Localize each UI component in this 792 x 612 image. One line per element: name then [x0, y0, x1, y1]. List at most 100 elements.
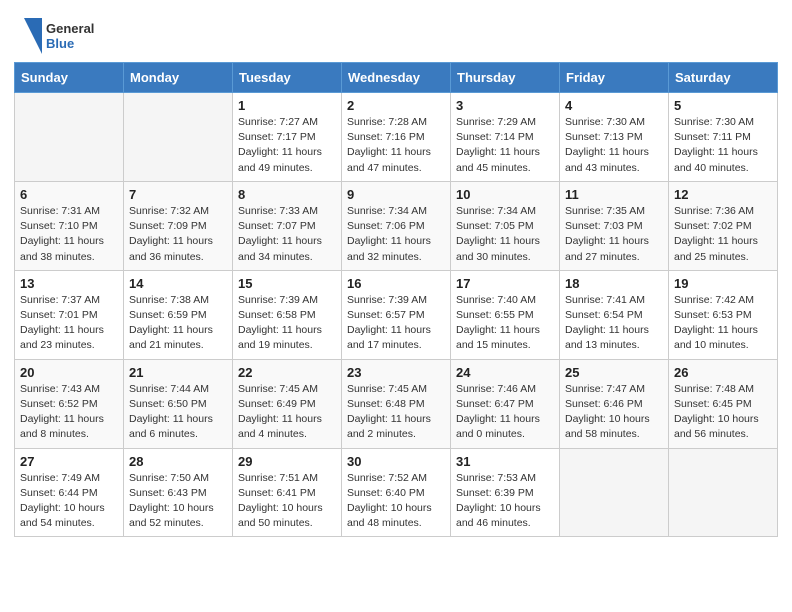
day-cell: 22Sunrise: 7:45 AMSunset: 6:49 PMDayligh… — [233, 359, 342, 448]
day-cell: 31 Sunrise: 7:53 AMSunset: 6:39 PMDayligh… — [451, 448, 560, 537]
day-info: Sunrise: 7:28 AMSunset: 7:16 PMDaylight:… — [347, 115, 445, 176]
day-info: Sunrise: 7:39 AMSunset: 6:57 PMDaylight:… — [347, 293, 445, 354]
day-info: Sunrise: 7:27 AMSunset: 7:17 PMDaylight:… — [238, 115, 336, 176]
day-cell: 12 Sunrise: 7:36 AMSunset: 7:02 PMDayligh… — [669, 181, 778, 270]
day-info: Sunrise: 7:44 AMSunset: 6:50 PMDaylight:… — [129, 382, 227, 443]
day-number: 4 — [565, 98, 663, 113]
day-cell: 14 Sunrise: 7:38 AMSunset: 6:59 PMDayligh… — [124, 270, 233, 359]
header-sunday: Sunday — [15, 63, 124, 93]
day-info: Sunrise: 7:36 AMSunset: 7:02 PMDaylight:… — [674, 204, 772, 265]
day-cell: 10 Sunrise: 7:34 AMSunset: 7:05 PMDayligh… — [451, 181, 560, 270]
day-number: 23 — [347, 365, 445, 380]
week-row-4: 20 Sunrise: 7:43 AMSunset: 6:52 PMDayligh… — [15, 359, 778, 448]
day-cell: 23 Sunrise: 7:45 AMSunset: 6:48 PMDayligh… — [342, 359, 451, 448]
day-cell: 28 Sunrise: 7:50 AMSunset: 6:43 PMDayligh… — [124, 448, 233, 537]
day-cell: 4 Sunrise: 7:30 AMSunset: 7:13 PMDaylight… — [560, 93, 669, 182]
day-number: 9 — [347, 187, 445, 202]
day-number: 18 — [565, 276, 663, 291]
day-cell — [669, 448, 778, 537]
day-info: Sunrise: 7:42 AMSunset: 6:53 PMDaylight:… — [674, 293, 772, 354]
day-number: 16 — [347, 276, 445, 291]
day-cell: 8 Sunrise: 7:33 AMSunset: 7:07 PMDaylight… — [233, 181, 342, 270]
day-cell: 5 Sunrise: 7:30 AMSunset: 7:11 PMDaylight… — [669, 93, 778, 182]
day-number: 26 — [674, 365, 772, 380]
day-number: 24 — [456, 365, 554, 380]
day-info: Sunrise: 7:45 AMSunset: 6:48 PMDaylight:… — [347, 382, 445, 443]
week-row-2: 6Sunrise: 7:31 AMSunset: 7:10 PMDaylight… — [15, 181, 778, 270]
day-cell: 19 Sunrise: 7:42 AMSunset: 6:53 PMDayligh… — [669, 270, 778, 359]
day-info: Sunrise: 7:43 AMSunset: 6:52 PMDaylight:… — [20, 382, 118, 443]
day-info: Sunrise: 7:52 AMSunset: 6:40 PMDaylight:… — [347, 471, 445, 532]
day-cell: 20 Sunrise: 7:43 AMSunset: 6:52 PMDayligh… — [15, 359, 124, 448]
day-info: Sunrise: 7:33 AMSunset: 7:07 PMDaylight:… — [238, 204, 336, 265]
day-info: Sunrise: 7:39 AMSunset: 6:58 PMDaylight:… — [238, 293, 336, 354]
day-info: Sunrise: 7:34 AMSunset: 7:06 PMDaylight:… — [347, 204, 445, 265]
day-cell: 30 Sunrise: 7:52 AMSunset: 6:40 PMDayligh… — [342, 448, 451, 537]
day-info: Sunrise: 7:40 AMSunset: 6:55 PMDaylight:… — [456, 293, 554, 354]
day-number: 3 — [456, 98, 554, 113]
header-monday: Monday — [124, 63, 233, 93]
day-number: 15 — [238, 276, 336, 291]
week-row-1: 1 Sunrise: 7:27 AMSunset: 7:17 PMDaylight… — [15, 93, 778, 182]
day-cell: 1 Sunrise: 7:27 AMSunset: 7:17 PMDaylight… — [233, 93, 342, 182]
day-number: 10 — [456, 187, 554, 202]
header-saturday: Saturday — [669, 63, 778, 93]
header-thursday: Thursday — [451, 63, 560, 93]
header-wednesday: Wednesday — [342, 63, 451, 93]
day-cell — [560, 448, 669, 537]
day-info: Sunrise: 7:50 AMSunset: 6:43 PMDaylight:… — [129, 471, 227, 532]
logo-blue: Blue — [46, 36, 94, 51]
day-number: 21 — [129, 365, 227, 380]
page-header: General Blue — [0, 0, 792, 62]
day-number: 29 — [238, 454, 336, 469]
day-number: 14 — [129, 276, 227, 291]
header-friday: Friday — [560, 63, 669, 93]
day-info: Sunrise: 7:49 AMSunset: 6:44 PMDaylight:… — [20, 471, 118, 532]
day-info: Sunrise: 7:47 AMSunset: 6:46 PMDaylight:… — [565, 382, 663, 443]
day-cell: 13 Sunrise: 7:37 AMSunset: 7:01 PMDayligh… — [15, 270, 124, 359]
day-number: 2 — [347, 98, 445, 113]
day-cell: 6Sunrise: 7:31 AMSunset: 7:10 PMDaylight… — [15, 181, 124, 270]
day-number: 7 — [129, 187, 227, 202]
calendar-table: SundayMondayTuesdayWednesdayThursdayFrid… — [14, 62, 778, 537]
day-info: Sunrise: 7:45 AMSunset: 6:49 PMDaylight:… — [238, 382, 336, 443]
day-cell: 9 Sunrise: 7:34 AMSunset: 7:06 PMDaylight… — [342, 181, 451, 270]
day-number: 25 — [565, 365, 663, 380]
day-info: Sunrise: 7:41 AMSunset: 6:54 PMDaylight:… — [565, 293, 663, 354]
day-info: Sunrise: 7:38 AMSunset: 6:59 PMDaylight:… — [129, 293, 227, 354]
day-number: 20 — [20, 365, 118, 380]
day-info: Sunrise: 7:48 AMSunset: 6:45 PMDaylight:… — [674, 382, 772, 443]
day-info: Sunrise: 7:35 AMSunset: 7:03 PMDaylight:… — [565, 204, 663, 265]
day-info: Sunrise: 7:32 AMSunset: 7:09 PMDaylight:… — [129, 204, 227, 265]
day-cell: 18 Sunrise: 7:41 AMSunset: 6:54 PMDayligh… — [560, 270, 669, 359]
day-info: Sunrise: 7:53 AMSunset: 6:39 PMDaylight:… — [456, 471, 554, 532]
day-number: 19 — [674, 276, 772, 291]
day-cell: 16 Sunrise: 7:39 AMSunset: 6:57 PMDayligh… — [342, 270, 451, 359]
day-number: 12 — [674, 187, 772, 202]
day-cell — [15, 93, 124, 182]
day-info: Sunrise: 7:30 AMSunset: 7:13 PMDaylight:… — [565, 115, 663, 176]
day-info: Sunrise: 7:37 AMSunset: 7:01 PMDaylight:… — [20, 293, 118, 354]
day-number: 6 — [20, 187, 118, 202]
day-cell: 29Sunrise: 7:51 AMSunset: 6:41 PMDayligh… — [233, 448, 342, 537]
day-info: Sunrise: 7:34 AMSunset: 7:05 PMDaylight:… — [456, 204, 554, 265]
day-cell: 7 Sunrise: 7:32 AMSunset: 7:09 PMDaylight… — [124, 181, 233, 270]
day-number: 30 — [347, 454, 445, 469]
day-number: 5 — [674, 98, 772, 113]
logo-general: General — [46, 21, 94, 36]
day-info: Sunrise: 7:29 AMSunset: 7:14 PMDaylight:… — [456, 115, 554, 176]
day-number: 31 — [456, 454, 554, 469]
day-number: 13 — [20, 276, 118, 291]
day-cell: 25 Sunrise: 7:47 AMSunset: 6:46 PMDayligh… — [560, 359, 669, 448]
day-info: Sunrise: 7:30 AMSunset: 7:11 PMDaylight:… — [674, 115, 772, 176]
day-cell: 21 Sunrise: 7:44 AMSunset: 6:50 PMDayligh… — [124, 359, 233, 448]
calendar-wrapper: SundayMondayTuesdayWednesdayThursdayFrid… — [0, 62, 792, 551]
day-number: 11 — [565, 187, 663, 202]
logo: General Blue — [24, 18, 94, 54]
day-cell: 26 Sunrise: 7:48 AMSunset: 6:45 PMDayligh… — [669, 359, 778, 448]
day-number: 1 — [238, 98, 336, 113]
day-number: 28 — [129, 454, 227, 469]
day-info: Sunrise: 7:46 AMSunset: 6:47 PMDaylight:… — [456, 382, 554, 443]
day-cell — [124, 93, 233, 182]
day-number: 8 — [238, 187, 336, 202]
